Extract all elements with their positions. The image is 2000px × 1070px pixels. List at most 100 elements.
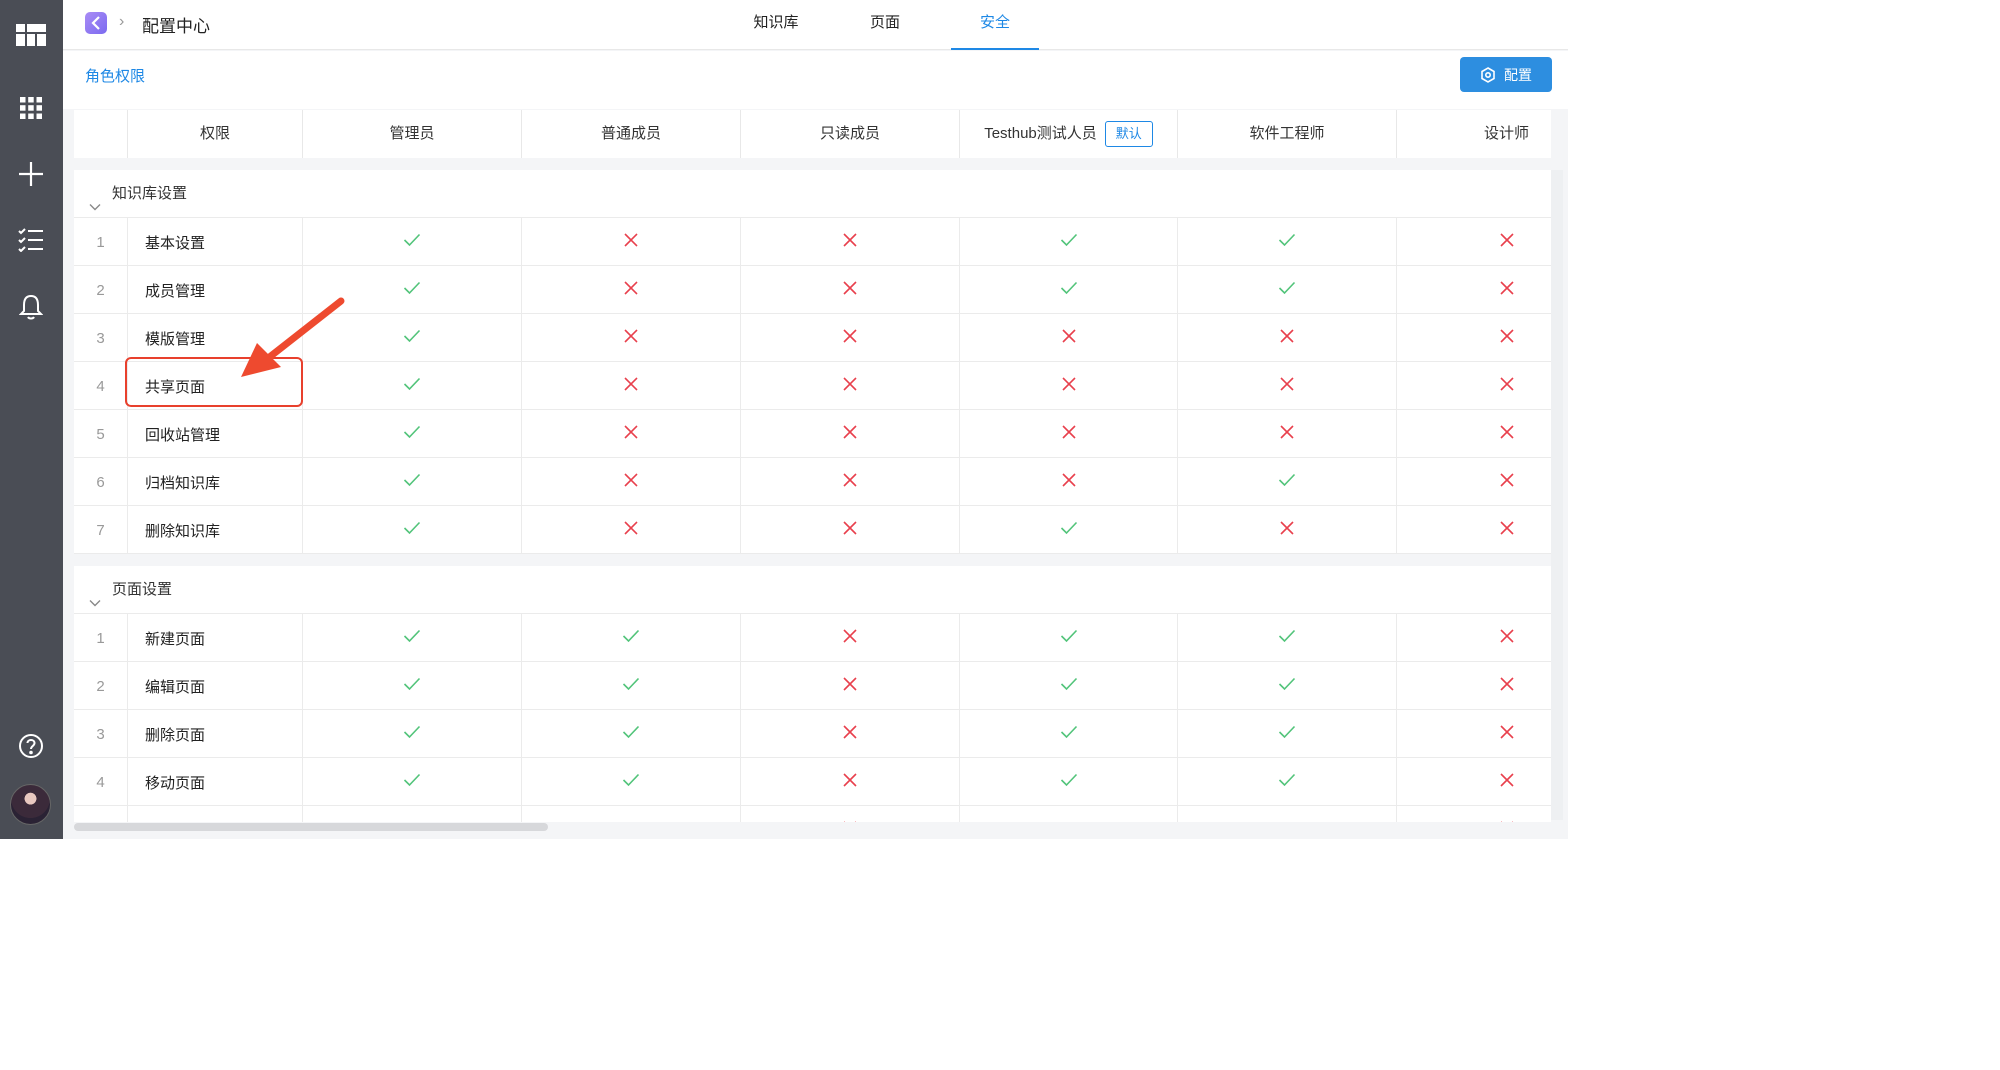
permission-cell[interactable] [960,266,1178,314]
permission-cell[interactable] [1397,218,1551,266]
permission-cell[interactable] [741,710,960,758]
tab-pages[interactable]: 页面 [842,0,928,50]
permission-cell[interactable] [960,506,1178,554]
permission-cell[interactable] [960,806,1178,822]
permission-cell[interactable] [741,410,960,458]
permission-cell[interactable] [303,758,522,806]
permission-cell[interactable] [1178,506,1397,554]
permission-cell[interactable] [1178,410,1397,458]
permission-cell[interactable] [741,662,960,710]
permission-cell[interactable] [960,758,1178,806]
permission-cell[interactable] [522,662,741,710]
permission-cell[interactable] [1397,314,1551,362]
permission-cell[interactable] [741,218,960,266]
permission-cell[interactable] [1178,458,1397,506]
section-header[interactable]: 页面设置 [74,566,1551,614]
permission-cell[interactable] [960,458,1178,506]
check-icon [1060,281,1078,300]
tab-security[interactable]: 安全 [951,0,1039,50]
permission-cell[interactable] [522,710,741,758]
permission-cell[interactable] [1397,458,1551,506]
permission-cell[interactable] [1178,218,1397,266]
cross-icon [843,520,857,540]
permission-cell[interactable] [960,362,1178,410]
row-index [74,806,128,822]
permission-cell[interactable] [1397,614,1551,662]
permission-cell[interactable] [1397,362,1551,410]
permission-cell[interactable] [522,410,741,458]
horizontal-scrollbar[interactable] [74,822,1551,832]
plus-icon[interactable] [16,159,46,189]
permission-cell[interactable] [960,410,1178,458]
horizontal-scrollbar-thumb[interactable] [74,823,548,831]
permission-cell[interactable] [522,458,741,506]
cross-icon [1280,376,1294,396]
permission-cell[interactable] [741,314,960,362]
permission-cell[interactable] [1178,662,1397,710]
role-permissions-link[interactable]: 角色权限 [85,65,145,86]
permission-cell[interactable] [303,458,522,506]
bell-icon[interactable] [16,292,46,322]
permission-cell[interactable] [960,614,1178,662]
cross-icon [1499,628,1514,648]
help-icon[interactable] [16,731,46,761]
permission-cell[interactable] [522,758,741,806]
header-role-admin: 管理员 [303,110,522,158]
app-logo-icon[interactable] [85,12,107,34]
section-header[interactable]: 知识库设置 [74,170,1551,218]
task-list-icon[interactable] [16,225,46,255]
permission-cell[interactable] [1397,506,1551,554]
permission-cell[interactable] [960,314,1178,362]
permission-cell[interactable] [303,614,522,662]
permission-cell[interactable] [1178,266,1397,314]
permission-cell[interactable] [522,614,741,662]
top-bar: › 配置中心 知识库 页面 安全 [63,0,1568,50]
permission-cell[interactable] [303,506,522,554]
permission-cell[interactable] [741,806,960,822]
permission-cell[interactable] [741,758,960,806]
permission-cell[interactable] [1178,362,1397,410]
permission-cell[interactable] [303,806,522,822]
permission-cell[interactable] [1397,266,1551,314]
cross-icon [1499,676,1514,696]
vertical-scrollbar[interactable] [1551,170,1563,820]
check-icon [1278,629,1296,648]
config-button[interactable]: 配置 [1460,57,1552,92]
permission-cell[interactable] [522,506,741,554]
permission-cell[interactable] [960,662,1178,710]
cross-icon [624,280,638,300]
permission-cell[interactable] [1397,410,1551,458]
dashboard-icon[interactable] [16,20,46,50]
permission-cell[interactable] [1178,314,1397,362]
permission-cell[interactable] [303,218,522,266]
permission-cell[interactable] [960,710,1178,758]
permission-cell[interactable] [741,362,960,410]
permission-cell[interactable] [1397,806,1551,822]
permission-cell[interactable] [741,458,960,506]
permission-cell[interactable] [303,410,522,458]
permission-cell[interactable] [741,614,960,662]
permission-cell[interactable] [1178,614,1397,662]
permission-cell[interactable] [1397,710,1551,758]
permission-cell[interactable] [522,218,741,266]
apps-grid-icon[interactable] [16,93,46,123]
permission-cell[interactable] [522,266,741,314]
permission-cell[interactable] [1178,758,1397,806]
check-icon [403,233,421,252]
permission-cell[interactable] [741,506,960,554]
permission-cell[interactable] [303,710,522,758]
permission-cell[interactable] [303,662,522,710]
permission-cell[interactable] [1397,758,1551,806]
tab-knowledge-base[interactable]: 知识库 [733,0,819,50]
avatar[interactable] [10,784,51,825]
permission-cell[interactable] [960,218,1178,266]
permission-cell[interactable] [1178,710,1397,758]
permission-cell[interactable] [522,362,741,410]
permission-cell[interactable] [522,314,741,362]
permission-cell[interactable] [741,266,960,314]
permission-cell[interactable] [1178,806,1397,822]
permission-cell[interactable] [522,806,741,822]
sub-header: 角色权限 配置 [63,51,1568,109]
default-badge[interactable]: 默认 [1104,121,1153,148]
permission-cell[interactable] [1397,662,1551,710]
